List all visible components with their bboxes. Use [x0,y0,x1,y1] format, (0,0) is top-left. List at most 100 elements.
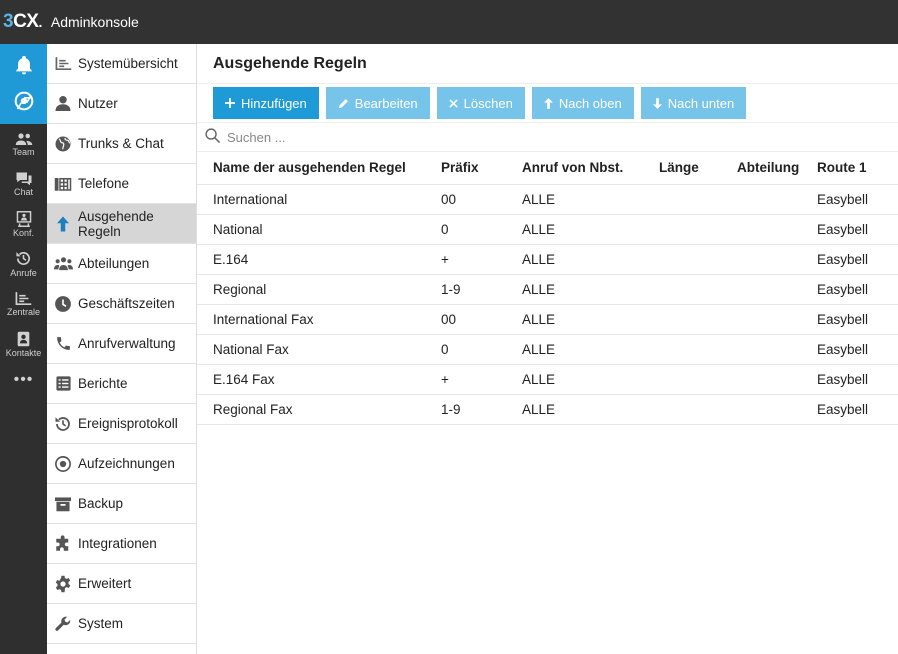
cell-prefix: 1-9 [425,394,506,425]
rail-item-team[interactable]: Team [0,124,47,164]
menu-item-backup[interactable]: Backup [47,484,196,524]
cell-calls-from: ALLE [506,214,643,245]
rail-item-kontakte[interactable]: Kontakte [0,324,47,364]
rail-item-chat[interactable]: Chat [0,164,47,204]
rail-item-zentrale[interactable]: Zentrale [0,284,47,324]
cell-length [643,274,721,305]
search-bar [197,123,898,152]
rail-item-anrufe[interactable]: Anrufe [0,244,47,284]
table-row[interactable]: E.164 + ALLE Easybell [197,244,898,275]
cell-name: National Fax [197,334,425,365]
cell-department [721,364,801,395]
menu-item-berichte[interactable]: Berichte [47,364,196,404]
logo-dot: . [38,14,42,30]
cell-route1: Easybell [801,184,898,215]
table-header-row: Name der ausgehenden Regel Präfix Anruf … [197,152,898,185]
table-row[interactable]: International Fax 00 ALLE Easybell [197,304,898,335]
cell-name: Regional Fax [197,394,425,425]
menu-item-label: Integrationen [78,536,157,551]
edit-button[interactable]: Bearbeiten [325,87,430,119]
table-row[interactable]: Regional Fax 1-9 ALLE Easybell [197,394,898,425]
archive-icon [53,494,73,514]
rail-label: Kontakte [5,347,42,358]
table-row[interactable]: E.164 Fax + ALLE Easybell [197,364,898,395]
edit-button-label: Bearbeiten [354,95,418,111]
menu-item-systemuebersicht[interactable]: Systemübersicht [47,44,196,84]
more-icon[interactable]: ••• [0,364,47,396]
cell-prefix: 1-9 [425,274,506,305]
cell-route1: Easybell [801,214,898,245]
cell-department [721,214,801,245]
chrome-icon[interactable] [14,91,34,114]
search-icon [204,127,221,147]
cell-department [721,334,801,365]
cell-length [643,304,721,335]
table-row[interactable]: International 00 ALLE Easybell [197,184,898,215]
cell-calls-from: ALLE [506,364,643,395]
menu-item-label: Ereignisprotokoll [78,416,178,431]
menu-item-ereignisprotokoll[interactable]: Ereignisprotokoll [47,404,196,444]
cell-length [643,364,721,395]
cell-department [721,304,801,335]
rail-item-konf[interactable]: Konf. [0,204,47,244]
logo-cx: CX [13,11,39,32]
cell-name: International Fax [197,304,425,335]
menu-item-label: Geschäftszeiten [78,296,175,311]
menu-item-telefone[interactable]: Telefone [47,164,196,204]
pencil-icon [338,98,349,109]
cell-name: Regional [197,274,425,305]
delete-button[interactable]: Löschen [436,87,525,119]
group-icon [53,254,73,274]
column-header-name[interactable]: Name der ausgehenden Regel [197,152,425,185]
menu-item-ausgehende-regeln[interactable]: Ausgehende Regeln [47,204,196,244]
cell-name: National [197,214,425,245]
cell-department [721,274,801,305]
menu-item-label: Abteilungen [78,256,150,271]
cell-route1: Easybell [801,334,898,365]
cell-length [643,394,721,425]
table-row[interactable]: National Fax 0 ALLE Easybell [197,334,898,365]
history-icon [16,252,31,265]
left-rail: Team Chat Konf. Anrufe Zentrale Kontakte… [0,44,47,654]
menu-item-erweitert[interactable]: Erweitert [47,564,196,604]
menu-item-integrationen[interactable]: Integrationen [47,524,196,564]
column-header-length[interactable]: Länge [643,152,721,185]
cell-name: E.164 Fax [197,364,425,395]
table-row[interactable]: Regional 1-9 ALLE Easybell [197,274,898,305]
cell-route1: Easybell [801,304,898,335]
menu-item-geschaeftszeiten[interactable]: Geschäftszeiten [47,284,196,324]
menu-item-system[interactable]: System [47,604,196,644]
cell-route1: Easybell [801,274,898,305]
wrench-icon [53,614,73,634]
add-button[interactable]: Hinzufügen [213,87,319,119]
menu-item-label: System [78,616,124,631]
gear-icon [53,574,73,594]
search-input[interactable] [227,129,527,145]
cell-route1: Easybell [801,364,898,395]
move-up-button-label: Nach oben [558,95,622,111]
phone-grid-icon [53,174,73,194]
cell-length [643,244,721,275]
menu-item-label: Ausgehende Regeln [78,208,154,239]
menu-item-aufzeichnungen[interactable]: Aufzeichnungen [47,444,196,484]
rail-label: Team [12,146,35,157]
logo-3: 3 [3,11,14,32]
menu-item-anrufverwaltung[interactable]: Anrufverwaltung [47,324,196,364]
cell-calls-from: ALLE [506,184,643,215]
menu-item-trunks-chat[interactable]: Trunks & Chat [47,124,196,164]
menu-item-nutzer[interactable]: Nutzer [47,84,196,124]
cell-prefix: + [425,244,506,275]
bell-icon[interactable] [13,54,35,79]
menu-item-label: Aufzeichnungen [78,456,175,471]
cell-calls-from: ALLE [506,334,643,365]
move-up-button[interactable]: Nach oben [531,87,634,119]
column-header-calls-from[interactable]: Anruf von Nbst. [506,152,643,185]
column-header-department[interactable]: Abteilung [721,152,801,185]
column-header-prefix[interactable]: Präfix [425,152,506,185]
table-row[interactable]: National 0 ALLE Easybell [197,214,898,245]
3cx-logo[interactable]: 3 CX. [3,11,42,33]
column-header-route1[interactable]: Route 1 [801,152,898,185]
menu-item-abteilungen[interactable]: Abteilungen [47,244,196,284]
cell-calls-from: ALLE [506,274,643,305]
move-down-button[interactable]: Nach unten [640,87,747,119]
